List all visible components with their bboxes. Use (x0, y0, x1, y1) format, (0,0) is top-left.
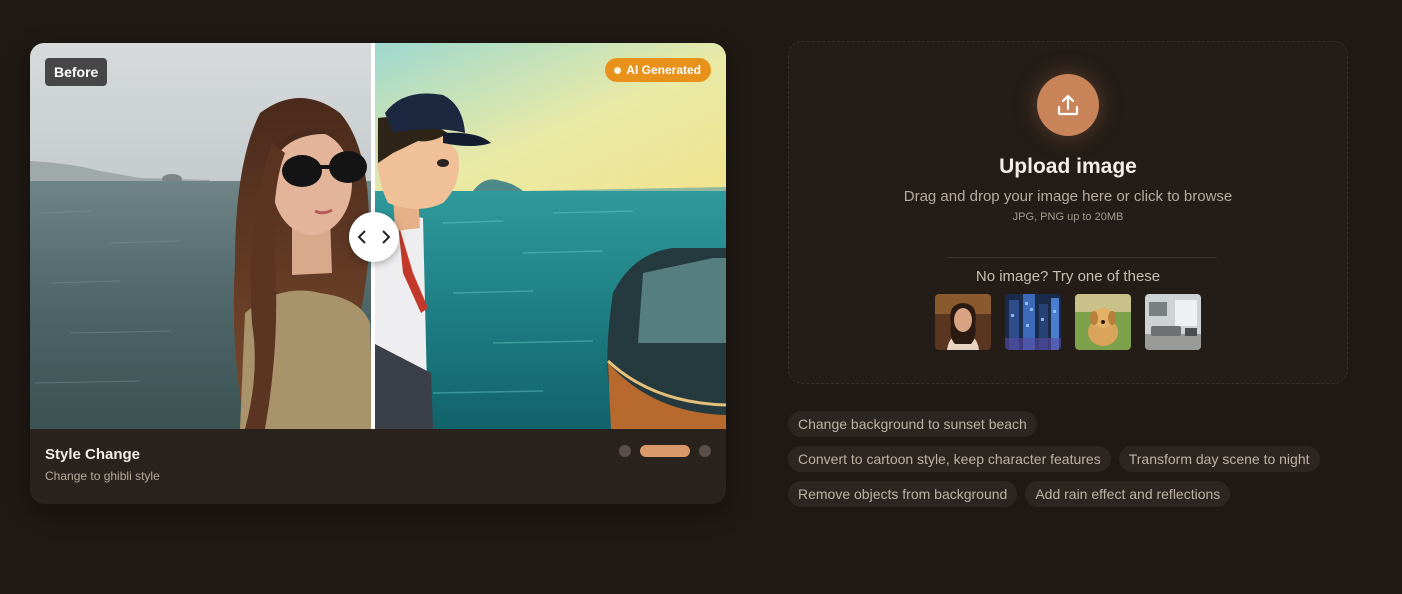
upload-title: Upload image (999, 155, 1137, 178)
sample-image-portrait[interactable] (935, 294, 991, 350)
samples-label: No image? Try one of these (975, 268, 1161, 285)
sample-image-living-room[interactable] (1145, 294, 1201, 350)
upload-icon (1057, 94, 1079, 116)
upload-button[interactable] (1037, 74, 1099, 136)
comparison-slider-handle[interactable] (349, 212, 399, 262)
upload-description: Drag and drop your image here or click t… (903, 188, 1233, 205)
caption-title: Style Change (45, 446, 141, 463)
prompt-suggestions-row-1: Change background to sunset beach (788, 411, 1037, 437)
ai-generated-label: AI Generated (626, 63, 701, 77)
prompt-suggestions-row-2: Convert to cartoon style, keep character… (788, 446, 1320, 472)
carousel-pagination (619, 445, 711, 457)
upload-file-hint: JPG, PNG up to 20MB (1012, 211, 1124, 223)
before-image (30, 43, 373, 429)
prompt-chip[interactable]: Transform day scene to night (1118, 446, 1320, 472)
chevron-right-icon (382, 230, 391, 244)
carousel-dot-3[interactable] (699, 445, 711, 457)
ai-generated-badge: AI Generated (605, 58, 711, 82)
carousel-dot-2-active[interactable] (640, 445, 690, 457)
caption-subtitle: Change to ghibli style (45, 469, 160, 483)
upload-dropzone[interactable]: Upload image Drag and drop your image he… (788, 41, 1348, 384)
prompt-chip[interactable]: Add rain effect and reflections (1025, 481, 1231, 507)
prompt-chip[interactable]: Remove objects from background (788, 481, 1018, 507)
carousel-dot-1[interactable] (619, 445, 631, 457)
chevron-left-icon (357, 230, 366, 244)
prompt-suggestions-row-3: Remove objects from background Add rain … (788, 481, 1231, 507)
sample-image-puppy[interactable] (1075, 294, 1131, 350)
before-badge: Before (45, 58, 108, 86)
badge-dot-icon (614, 66, 622, 74)
after-image (373, 43, 726, 429)
style-change-card: Before AI Generated Style Change Change … (30, 43, 726, 504)
before-after-comparison[interactable]: Before AI Generated (30, 43, 726, 429)
prompt-chip[interactable]: Convert to cartoon style, keep character… (788, 446, 1111, 472)
sample-image-neon-city[interactable] (1005, 294, 1061, 350)
prompt-chip[interactable]: Change background to sunset beach (788, 411, 1037, 437)
sample-images (935, 294, 1201, 350)
card-caption: Style Change Change to ghibli style (45, 446, 160, 483)
divider (947, 257, 1217, 258)
